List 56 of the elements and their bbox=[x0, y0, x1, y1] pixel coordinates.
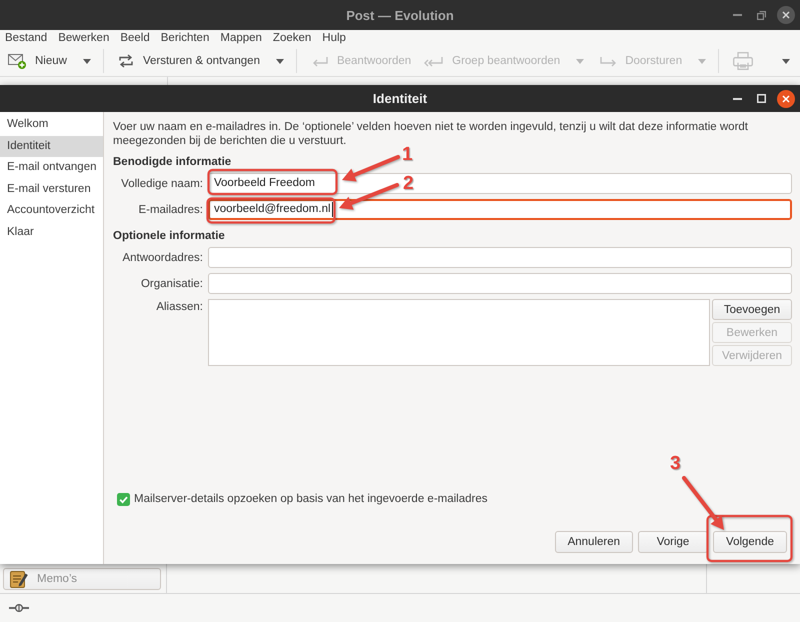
reply-icon bbox=[310, 56, 328, 66]
step-item: Accountoverzicht bbox=[6, 203, 96, 218]
step-item: E-mail versturen bbox=[6, 182, 92, 197]
envelope-plus-icon bbox=[8, 53, 26, 69]
minimize-icon[interactable] bbox=[733, 98, 742, 100]
step-item: E-mail ontvangen bbox=[6, 160, 98, 176]
section-heading: Benodigde informatie bbox=[113, 155, 232, 170]
window-title: Post — Evolution bbox=[346, 8, 454, 22]
dialog-button[interactable]: Volgende bbox=[713, 531, 787, 553]
field-label: Volledige naam: bbox=[121, 178, 203, 190]
menu-item[interactable]: Mappen bbox=[220, 32, 262, 44]
restore-icon[interactable] bbox=[757, 10, 766, 20]
field-label: Organisatie: bbox=[140, 278, 203, 290]
annotation-number: 2 bbox=[403, 174, 414, 193]
text-field[interactable] bbox=[208, 273, 792, 294]
menu-item[interactable]: Bewerken bbox=[58, 32, 110, 44]
menu-item[interactable]: Hulp bbox=[322, 32, 346, 44]
annotation-arrow bbox=[682, 476, 724, 530]
close-icon[interactable] bbox=[777, 90, 795, 108]
annotation-arrow bbox=[339, 183, 399, 210]
sync-icon bbox=[118, 54, 134, 68]
checkbox-label: Mailserver-details opzoeken op basis van het ingevoerde e-mailadres bbox=[134, 493, 488, 505]
field-label: E-mailadres: bbox=[138, 204, 203, 216]
caret-icon[interactable] bbox=[82, 58, 91, 64]
section-heading: Optionele informatie bbox=[113, 229, 225, 244]
menu-item[interactable]: Berichten bbox=[160, 32, 210, 44]
field-label: Antwoordadres: bbox=[122, 252, 203, 264]
forward-icon bbox=[600, 56, 616, 66]
annotation-number: 3 bbox=[670, 454, 681, 473]
window-title: Identiteit bbox=[372, 91, 428, 106]
text-field[interactable]: voorbeeld@freedom.nl bbox=[208, 199, 792, 220]
toolbar-button[interactable]: Versturen & ontvangen bbox=[114, 48, 268, 74]
menu-item[interactable]: Beeld bbox=[120, 32, 150, 44]
printer-icon bbox=[733, 52, 754, 70]
reply-all-icon bbox=[423, 56, 444, 66]
menu-item[interactable]: Zoeken bbox=[272, 32, 312, 44]
dialog-button[interactable]: Vorige bbox=[638, 531, 708, 553]
annotation-arrow bbox=[342, 155, 400, 182]
close-icon[interactable] bbox=[777, 6, 795, 24]
text-field[interactable] bbox=[208, 247, 792, 268]
caret-icon[interactable] bbox=[782, 58, 790, 64]
annotation-number: 1 bbox=[402, 145, 413, 164]
connection-icon bbox=[9, 604, 29, 612]
step-item: Identiteit bbox=[0, 136, 103, 158]
intro-text: Voer uw naam en e-mailadres in. De ‘optionele’ velden hoeven niet te worden ingevuld, tenzij u wilt dat deze informatie wordt meegezonden bij de berichten die u verstuurt. bbox=[113, 120, 749, 147]
step-item: Welkom bbox=[6, 117, 50, 132]
field-label: Aliassen: bbox=[156, 301, 203, 313]
menu-item[interactable]: Bestand bbox=[5, 32, 48, 44]
list-action-button[interactable]: Toevoegen bbox=[712, 299, 792, 320]
step-item: Klaar bbox=[6, 224, 35, 240]
toolbar-button[interactable]: Nieuw bbox=[4, 48, 75, 74]
checkbox[interactable] bbox=[117, 492, 130, 506]
maximize-icon[interactable] bbox=[757, 94, 766, 103]
dialog-button[interactable]: Annuleren bbox=[554, 531, 634, 553]
notepad-icon bbox=[10, 570, 28, 588]
caret-icon[interactable] bbox=[276, 58, 284, 64]
